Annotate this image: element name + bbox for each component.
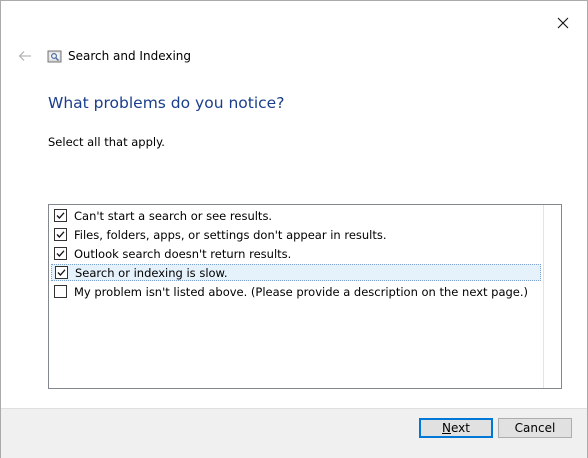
option-not-listed[interactable]: My problem isn't listed above. (Please p… <box>51 283 541 300</box>
option-cant-start-search[interactable]: Can't start a search or see results. <box>51 207 541 224</box>
checkmark-icon <box>56 212 65 219</box>
option-checkbox[interactable] <box>54 247 67 260</box>
close-icon <box>557 17 569 29</box>
option-files-not-in-results[interactable]: Files, folders, apps, or settings don't … <box>51 226 541 243</box>
back-button[interactable] <box>15 46 35 66</box>
button-bar: Next Cancel <box>1 408 587 458</box>
next-accelerator: N <box>442 421 451 435</box>
checkmark-icon <box>56 231 65 238</box>
close-button[interactable] <box>551 11 575 35</box>
checkmark-icon <box>56 250 65 257</box>
option-checkbox[interactable] <box>54 209 67 222</box>
next-label-rest: ext <box>451 421 470 435</box>
option-checkbox[interactable] <box>54 285 67 298</box>
dialog-window: Search and Indexing What problems do you… <box>0 0 588 458</box>
cancel-button[interactable]: Cancel <box>498 418 572 438</box>
option-checkbox[interactable] <box>54 228 67 241</box>
page-heading: What problems do you notice? <box>48 94 285 112</box>
window-title: Search and Indexing <box>68 49 192 63</box>
search-indexing-icon <box>47 50 62 63</box>
back-arrow-icon <box>18 51 31 61</box>
checkmark-icon <box>57 269 66 276</box>
option-label: My problem isn't listed above. (Please p… <box>74 284 529 299</box>
option-checkbox[interactable] <box>55 266 68 279</box>
option-outlook-search[interactable]: Outlook search doesn't return results. <box>51 245 541 262</box>
next-button[interactable]: Next <box>419 418 493 438</box>
option-label: Outlook search doesn't return results. <box>74 246 292 261</box>
option-label: Files, folders, apps, or settings don't … <box>74 227 387 242</box>
vertical-scrollbar[interactable] <box>543 205 561 388</box>
problem-checklist[interactable]: Can't start a search or see results. Fil… <box>48 204 562 389</box>
title-bar: Search and Indexing <box>15 45 191 67</box>
option-label: Search or indexing is slow. <box>75 265 228 280</box>
instruction-text: Select all that apply. <box>48 135 165 149</box>
option-search-slow[interactable]: Search or indexing is slow. <box>51 264 541 281</box>
option-label: Can't start a search or see results. <box>74 208 273 223</box>
